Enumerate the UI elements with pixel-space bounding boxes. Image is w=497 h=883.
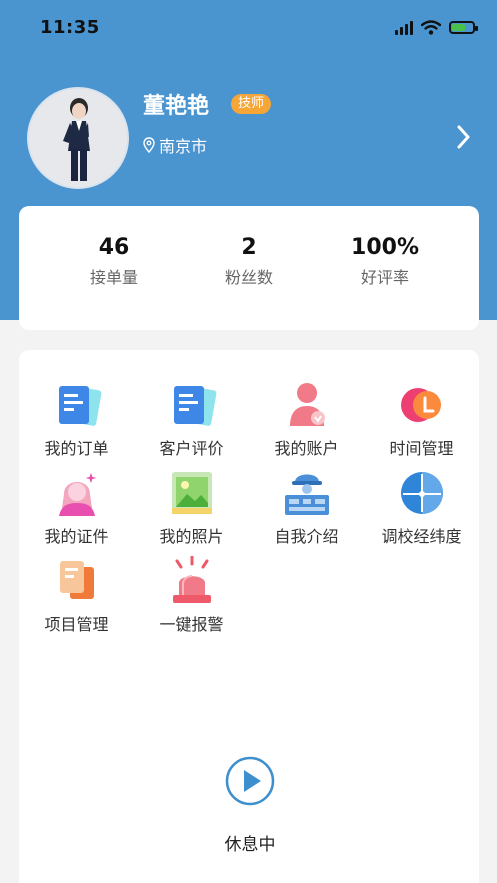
alarm-icon	[172, 556, 211, 603]
stat-label: 粉丝数	[224, 268, 273, 287]
location: 南京市	[143, 133, 207, 157]
menu-item-emergency-alarm[interactable]: 一键报警	[134, 556, 249, 635]
location-pin-icon	[143, 137, 155, 153]
work-status-label: 休息中	[224, 835, 276, 855]
orders-icon	[58, 386, 101, 426]
wifi-icon	[421, 19, 441, 35]
stat-value: 2	[241, 235, 257, 260]
avatar-portrait-icon	[29, 89, 127, 187]
menu-item-time-management[interactable]: 时间管理	[364, 380, 479, 459]
menu-label: 一键报警	[159, 615, 224, 634]
status-icons	[395, 19, 478, 35]
battery-icon	[449, 20, 478, 34]
menu-item-my-account[interactable]: 我的账户	[249, 380, 364, 459]
avatar[interactable]	[27, 87, 129, 189]
time-icon	[400, 388, 441, 422]
chevron-right-icon[interactable]	[456, 124, 472, 150]
menu-item-my-certificates[interactable]: 我的证件	[19, 468, 134, 547]
menu-label: 我的照片	[159, 527, 224, 546]
menu-item-customer-reviews[interactable]: 客户评价	[134, 380, 249, 459]
menu-label: 客户评价	[159, 439, 224, 458]
menu-label: 我的订单	[44, 439, 109, 458]
stats-card: 46 接单量 2 粉丝数 100% 好评率	[19, 206, 479, 330]
intro-icon	[284, 474, 329, 515]
photo-icon	[171, 472, 212, 514]
stat-value: 46	[98, 235, 130, 260]
role-badge: 技师	[231, 94, 272, 114]
menu-label: 我的证件	[44, 527, 109, 546]
status-time: 11:35	[40, 17, 100, 38]
menu-label: 自我介绍	[274, 527, 339, 546]
stat-followers[interactable]: 2 粉丝数	[189, 234, 309, 288]
menu-label: 项目管理	[44, 615, 109, 634]
stat-rating[interactable]: 100% 好评率	[325, 234, 445, 288]
project-icon	[59, 561, 94, 599]
menu-item-project-management[interactable]: 项目管理	[19, 556, 134, 635]
menu-label: 我的账户	[274, 439, 339, 458]
play-icon[interactable]	[224, 755, 276, 807]
reviews-icon	[173, 386, 216, 426]
profile-name: 董艳艳	[143, 94, 210, 119]
menu-item-my-orders[interactable]: 我的订单	[19, 380, 134, 459]
location-text: 南京市	[159, 137, 208, 156]
menu-item-calibrate-coordinates[interactable]: 调校经纬度	[364, 468, 479, 547]
cellular-signal-icon	[395, 19, 413, 35]
account-icon	[289, 383, 325, 426]
menu-label: 时间管理	[389, 439, 454, 458]
stat-orders[interactable]: 46 接单量	[54, 234, 174, 288]
stat-label: 好评率	[360, 268, 409, 287]
menu-item-my-photos[interactable]: 我的照片	[134, 468, 249, 547]
stat-value: 100%	[351, 235, 419, 260]
coordinates-icon	[400, 472, 443, 514]
menu-item-self-introduction[interactable]: 自我介绍	[249, 468, 364, 547]
stat-label: 接单量	[89, 268, 138, 287]
menu-label: 调校经纬度	[381, 527, 462, 546]
certificate-icon	[58, 473, 96, 516]
status-bar: 11:35	[0, 0, 497, 60]
